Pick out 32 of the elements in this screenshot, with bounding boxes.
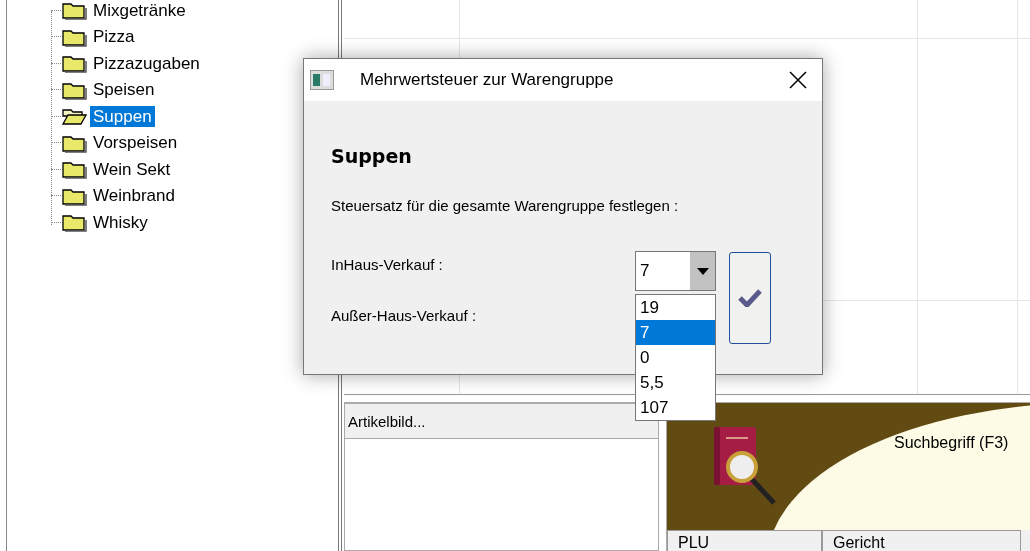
tree-item[interactable]: Weinbrand [90, 185, 178, 207]
folder-icon [61, 212, 90, 233]
tree-item[interactable]: Whisky [90, 211, 151, 233]
rate-dropdown[interactable]: 7 [635, 251, 716, 291]
search-label: Suchbegriff (F3) [894, 434, 1009, 452]
dialog-title: Mehrwertsteuer zur Warengruppe [360, 70, 615, 90]
dropdown-option[interactable]: 107 [636, 395, 715, 420]
caret-icon [696, 267, 709, 275]
field-label: Außer-Haus-Verkauf : [331, 307, 477, 324]
tree-item[interactable]: Suppen [90, 105, 155, 127]
folder-icon [61, 159, 90, 180]
check-icon [738, 289, 762, 307]
dropdown-option[interactable]: 19 [636, 295, 715, 320]
dropdown-option[interactable]: 7 [636, 320, 715, 345]
tree-item[interactable]: Vorspeisen [90, 132, 181, 154]
tree-item[interactable]: Pizza [90, 26, 138, 48]
tree-item[interactable]: Speisen [90, 79, 158, 101]
dropdown-option[interactable]: 0 [636, 345, 715, 370]
tree-item[interactable]: Wein Sekt [90, 158, 174, 180]
dropdown-option[interactable]: 5,5 [636, 370, 715, 395]
column-header[interactable]: PLU [667, 530, 822, 551]
column-header[interactable]: Gericht [822, 530, 1021, 551]
tree-item[interactable]: Mixgetränke [90, 0, 189, 21]
instruction-text: Steuersatz für die gesamte Warengruppe festlegen : [331, 197, 679, 214]
app-icon [310, 70, 334, 90]
folder-icon [61, 0, 90, 21]
folder-icon [61, 53, 90, 74]
tree-item[interactable]: Pizzazugaben [90, 52, 203, 74]
group-heading: Suppen [331, 145, 413, 167]
open-folder-icon [61, 106, 90, 127]
confirm-button[interactable] [729, 252, 771, 344]
field-label: InHaus-Verkauf : [331, 256, 443, 273]
